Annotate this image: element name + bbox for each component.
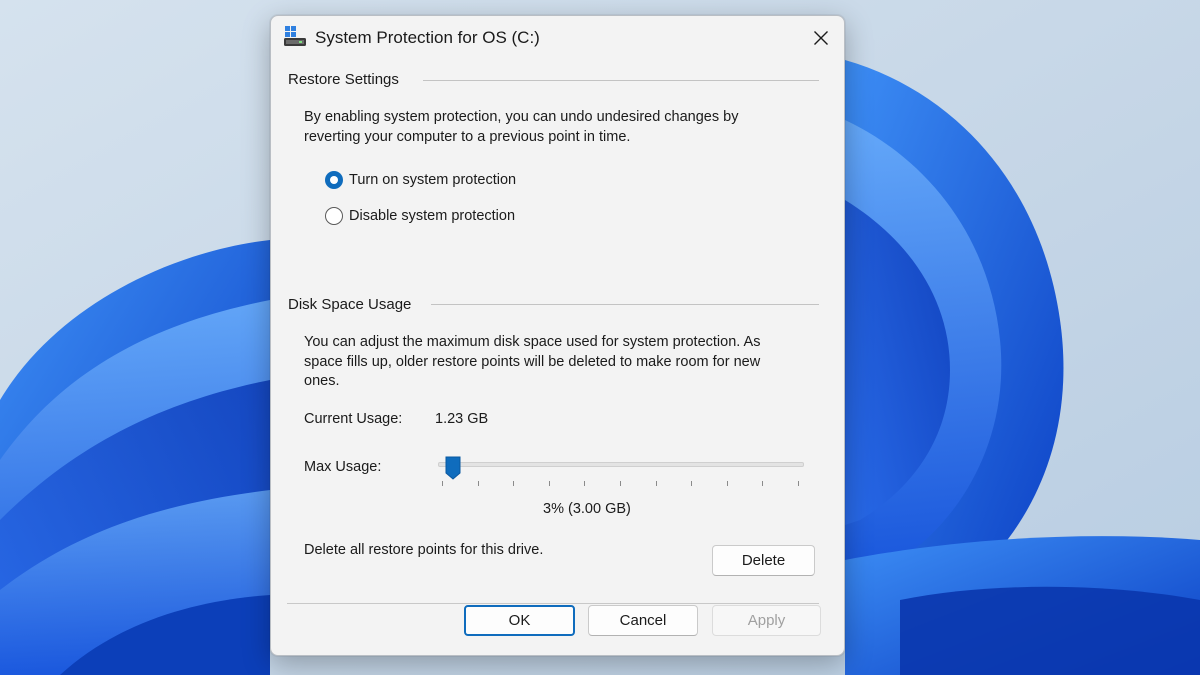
slider-tick — [477, 481, 479, 486]
restore-settings-heading: Restore Settings — [288, 71, 399, 88]
radio-unchecked-indicator[interactable] — [325, 207, 343, 225]
slider-tick — [513, 481, 515, 486]
drive-protection-icon — [284, 25, 306, 47]
description-line: By enabling system protection, you can u… — [304, 109, 739, 125]
slider-tick — [620, 481, 621, 486]
description-line: space fills up, older restore points wil… — [304, 353, 761, 370]
ok-button[interactable]: OK — [464, 605, 575, 636]
max-usage-label: Max Usage: — [304, 459, 382, 475]
slider-tick — [798, 481, 799, 486]
max-usage-value: 3% (3.00 GB) — [543, 501, 631, 517]
radio-disable-protection[interactable]: Disable system protection — [325, 207, 515, 225]
title-bar[interactable]: System Protection for OS (C:) — [271, 16, 844, 62]
radio-label: Turn on system protection — [349, 172, 517, 188]
slider-tick — [655, 481, 657, 486]
radio-label: Disable system protection — [349, 208, 516, 224]
window-title: System Protection for OS (C:) — [315, 28, 540, 47]
disk-space-heading: Disk Space Usage — [288, 296, 412, 313]
slider-tick — [762, 481, 764, 486]
delete-button[interactable]: Delete — [712, 545, 815, 576]
current-usage-label: Current Usage: — [304, 411, 403, 427]
current-usage-value: 1.23 GB — [435, 411, 489, 427]
slider-tick — [726, 481, 728, 486]
group-divider — [431, 304, 819, 305]
delete-restore-points-text: Delete all restore points for this drive… — [304, 542, 544, 558]
apply-button[interactable]: Apply — [712, 605, 821, 636]
close-icon — [814, 31, 828, 45]
slider-tick — [548, 481, 550, 486]
close-button[interactable] — [798, 16, 844, 60]
restore-settings-description: By enabling system protection, you can u… — [304, 108, 738, 147]
slider-thumb[interactable] — [445, 456, 461, 480]
disk-space-description: You can adjust the maximum disk space us… — [304, 333, 760, 392]
slider-tick — [691, 481, 693, 486]
cancel-button[interactable]: Cancel — [588, 605, 698, 636]
description-line: You can adjust the maximum disk space us… — [304, 334, 761, 350]
description-line: ones. — [304, 373, 340, 389]
system-protection-dialog: System Protection for OS (C:) Restore Se… — [270, 15, 845, 656]
group-divider — [423, 80, 819, 81]
radio-checked-indicator[interactable] — [325, 171, 343, 189]
radio-turn-on-protection[interactable]: Turn on system protection — [325, 171, 516, 189]
slider-track[interactable] — [438, 462, 804, 467]
max-usage-slider[interactable] — [438, 456, 806, 496]
footer-separator — [287, 603, 819, 604]
description-line: reverting your computer to a previous po… — [304, 128, 631, 145]
slider-tick — [442, 481, 443, 486]
slider-tick — [584, 481, 586, 486]
